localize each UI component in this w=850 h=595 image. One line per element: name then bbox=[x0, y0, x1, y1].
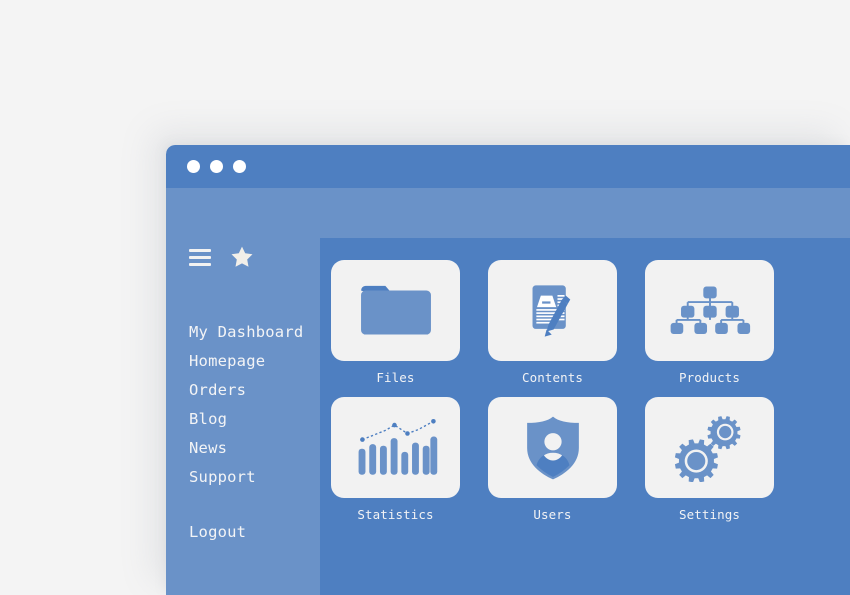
card-cell-contents: Contents bbox=[488, 260, 617, 385]
window-body: My Dashboard Homepage Orders Blog News S… bbox=[166, 188, 850, 595]
sidebar-toolbar bbox=[189, 243, 299, 273]
card-cell-users: Users bbox=[488, 397, 617, 522]
dashboard-grid: Files Contents Products Statistics Users… bbox=[331, 260, 839, 522]
bar-chart-icon bbox=[358, 418, 437, 475]
card-label-settings: Settings bbox=[678, 507, 740, 522]
card-statistics[interactable] bbox=[331, 397, 460, 498]
folder-icon bbox=[360, 285, 431, 335]
document-pencil-icon bbox=[532, 284, 570, 337]
card-products[interactable] bbox=[645, 260, 774, 361]
card-users[interactable] bbox=[488, 397, 617, 498]
sidebar-item-blog[interactable]: Blog bbox=[189, 405, 319, 434]
card-label-files: Files bbox=[376, 370, 415, 385]
org-tree-icon bbox=[670, 285, 750, 334]
card-cell-products: Products bbox=[645, 260, 774, 385]
sidebar-item-logout[interactable]: Logout bbox=[189, 518, 319, 547]
hamburger-icon[interactable] bbox=[189, 249, 211, 266]
app-window: My Dashboard Homepage Orders Blog News S… bbox=[166, 145, 850, 595]
card-cell-settings: Settings bbox=[645, 397, 774, 522]
shield-user-icon bbox=[526, 416, 579, 479]
sidebar-item-support[interactable]: Support bbox=[189, 463, 319, 492]
sidebar-item-news[interactable]: News bbox=[189, 434, 319, 463]
card-cell-files: Files bbox=[331, 260, 460, 385]
card-label-contents: Contents bbox=[521, 370, 583, 385]
maximize-dot[interactable] bbox=[233, 160, 246, 173]
card-cell-statistics: Statistics bbox=[331, 397, 460, 522]
screen: My Dashboard Homepage Orders Blog News S… bbox=[0, 0, 850, 595]
main-content: Files Contents Products Statistics Users… bbox=[320, 238, 850, 595]
minimize-dot[interactable] bbox=[210, 160, 223, 173]
card-contents[interactable] bbox=[488, 260, 617, 361]
window-titlebar bbox=[166, 145, 850, 188]
sidebar-item-homepage[interactable]: Homepage bbox=[189, 347, 319, 376]
card-label-users: Users bbox=[533, 507, 572, 522]
card-files[interactable] bbox=[331, 260, 460, 361]
sidebar-nav: My Dashboard Homepage Orders Blog News S… bbox=[189, 318, 319, 547]
card-label-products: Products bbox=[678, 370, 740, 385]
tab-strip: CMS Dashboard bbox=[320, 188, 850, 283]
gears-icon bbox=[674, 415, 741, 482]
card-settings[interactable] bbox=[645, 397, 774, 498]
sidebar: My Dashboard Homepage Orders Blog News S… bbox=[166, 188, 320, 595]
sidebar-item-orders[interactable]: Orders bbox=[189, 376, 319, 405]
star-icon[interactable] bbox=[230, 245, 254, 269]
close-dot[interactable] bbox=[187, 160, 200, 173]
card-label-statistics: Statistics bbox=[357, 507, 434, 522]
sidebar-item-my-dashboard[interactable]: My Dashboard bbox=[189, 318, 319, 347]
